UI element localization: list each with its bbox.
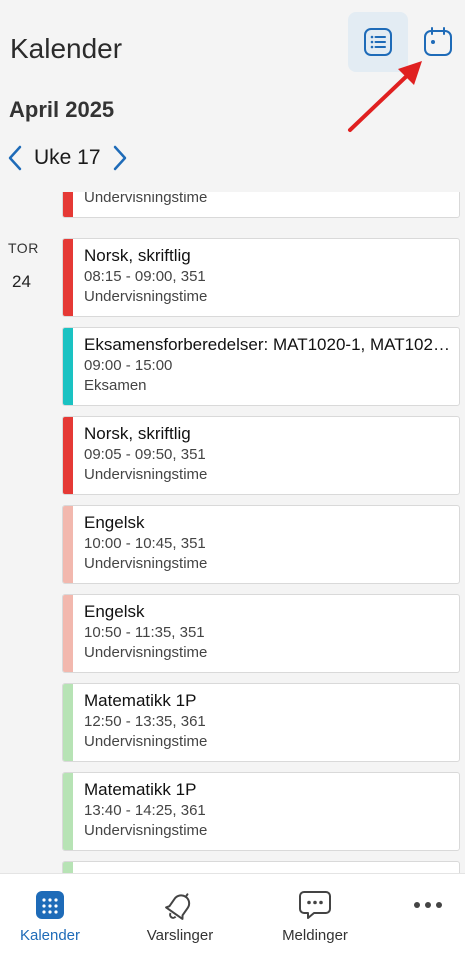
tab-label: Kalender xyxy=(19,927,81,944)
tab-varslinger[interactable]: Varslinger xyxy=(135,874,225,961)
list-icon xyxy=(364,28,392,56)
event-time: 08:15 - 09:00, 351 xyxy=(84,268,206,285)
event-list[interactable]: Undervisningstime TOR 24 Norsk, skriftli… xyxy=(0,192,465,873)
event-card[interactable]: Matematikk 1P 13:40 - 14:25, 361 Undervi… xyxy=(62,772,460,851)
event-card-previous[interactable]: Undervisningstime xyxy=(62,192,460,218)
event-color-bar xyxy=(63,773,73,850)
event-color-bar xyxy=(63,595,73,672)
day-name: TOR xyxy=(8,240,39,256)
event-time: 09:00 - 15:00 xyxy=(84,357,173,374)
tab-label: Meldinger xyxy=(282,927,348,944)
event-type: Undervisningstime xyxy=(84,192,208,206)
event-type: Undervisningstime xyxy=(84,822,208,839)
event-type: Eksamen xyxy=(84,377,147,394)
event-title: Eksamensforberedelser: MAT1020-1, MAT102… xyxy=(84,335,451,354)
event-card[interactable]: Engelsk 10:50 - 11:35, 351 Undervisnings… xyxy=(62,594,460,673)
calendar-grid-icon xyxy=(36,891,64,919)
event-color-bar xyxy=(63,328,73,405)
event-color-bar xyxy=(63,862,73,873)
bottom-tab-bar: Kalender Varslinger Meldinger xyxy=(0,873,465,961)
event-card-next[interactable] xyxy=(62,861,460,873)
event-color-bar xyxy=(63,684,73,761)
event-time: 12:50 - 13:35, 361 xyxy=(84,713,206,730)
event-title: Norsk, skriftlig xyxy=(84,246,191,265)
event-type: Undervisningstime xyxy=(84,644,208,661)
event-title: Engelsk xyxy=(84,513,145,532)
header: Kalender April 2025 Uke 17 xyxy=(0,0,465,192)
calendar-icon xyxy=(424,27,452,56)
next-week-button[interactable] xyxy=(105,140,135,176)
event-time: 09:05 - 09:50, 351 xyxy=(84,446,206,463)
week-label: Uke 17 xyxy=(34,146,101,169)
more-button[interactable] xyxy=(400,874,456,961)
tab-meldinger[interactable]: Meldinger xyxy=(270,874,360,961)
event-color-bar xyxy=(63,417,73,494)
event-color-bar xyxy=(63,506,73,583)
event-title: Matematikk 1P xyxy=(84,780,197,799)
chevron-left-icon xyxy=(8,145,22,171)
event-title: Matematikk 1P xyxy=(84,691,197,710)
week-navigation: Uke 17 xyxy=(0,140,135,176)
event-type: Undervisningstime xyxy=(84,288,208,305)
day-number: 24 xyxy=(12,272,31,291)
event-color-bar xyxy=(63,192,73,217)
message-icon xyxy=(299,891,331,919)
calendar-view-button[interactable] xyxy=(408,12,465,72)
previous-week-button[interactable] xyxy=(0,140,30,176)
event-card[interactable]: Engelsk 10:00 - 10:45, 351 Undervisnings… xyxy=(62,505,460,584)
event-title: Engelsk xyxy=(84,602,145,621)
list-view-button[interactable] xyxy=(348,12,408,72)
event-type: Undervisningstime xyxy=(84,733,208,750)
event-title: Norsk, skriftlig xyxy=(84,424,191,443)
event-time: 10:50 - 11:35, 351 xyxy=(84,624,205,641)
event-card[interactable]: Eksamensforberedelser: MAT1020-1, MAT102… xyxy=(62,327,460,406)
event-time: 13:40 - 14:25, 361 xyxy=(84,802,206,819)
event-type: Undervisningstime xyxy=(84,466,208,483)
bell-icon xyxy=(165,893,191,920)
event-card[interactable]: Norsk, skriftlig 08:15 - 09:00, 351 Unde… xyxy=(62,238,460,317)
page-title: Kalender xyxy=(10,33,123,64)
month-label: April 2025 xyxy=(9,97,115,122)
tab-label: Varslinger xyxy=(146,927,214,944)
more-icon xyxy=(414,902,442,908)
event-time: 10:00 - 10:45, 351 xyxy=(84,535,206,552)
event-type: Undervisningstime xyxy=(84,555,208,572)
event-card[interactable]: Norsk, skriftlig 09:05 - 09:50, 351 Unde… xyxy=(62,416,460,495)
chevron-right-icon xyxy=(113,145,126,171)
tab-kalender[interactable]: Kalender xyxy=(10,874,90,961)
event-card[interactable]: Matematikk 1P 12:50 - 13:35, 361 Undervi… xyxy=(62,683,460,762)
app: Kalender April 2025 Uke 17 Undervisnings… xyxy=(0,0,465,961)
event-color-bar xyxy=(63,239,73,316)
